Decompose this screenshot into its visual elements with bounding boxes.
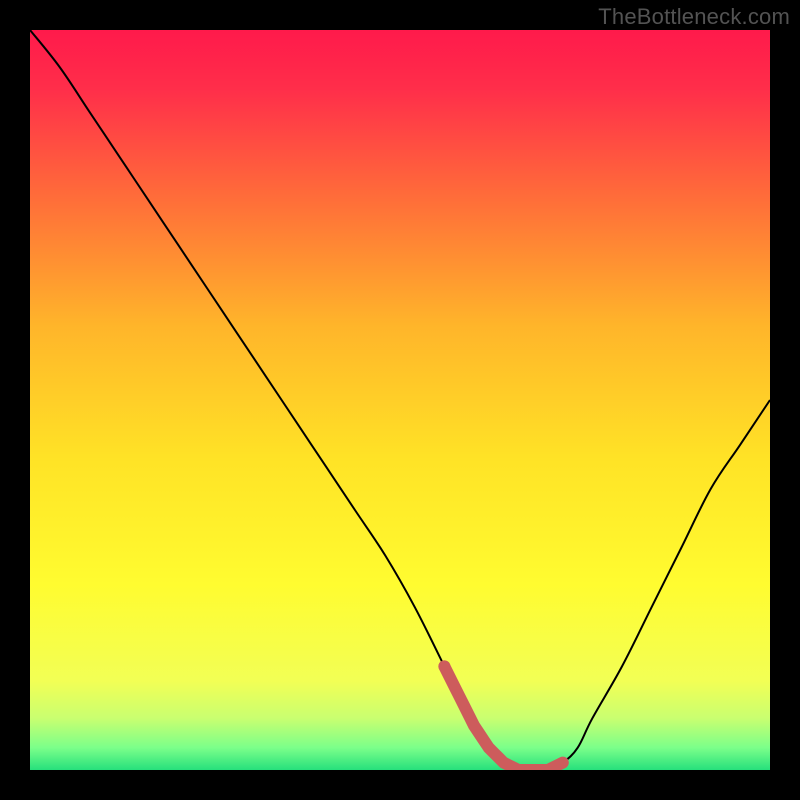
gradient-background — [30, 30, 770, 770]
chart-frame: TheBottleneck.com — [0, 0, 800, 800]
watermark-text: TheBottleneck.com — [598, 4, 790, 30]
bottleneck-curve-plot — [30, 30, 770, 770]
